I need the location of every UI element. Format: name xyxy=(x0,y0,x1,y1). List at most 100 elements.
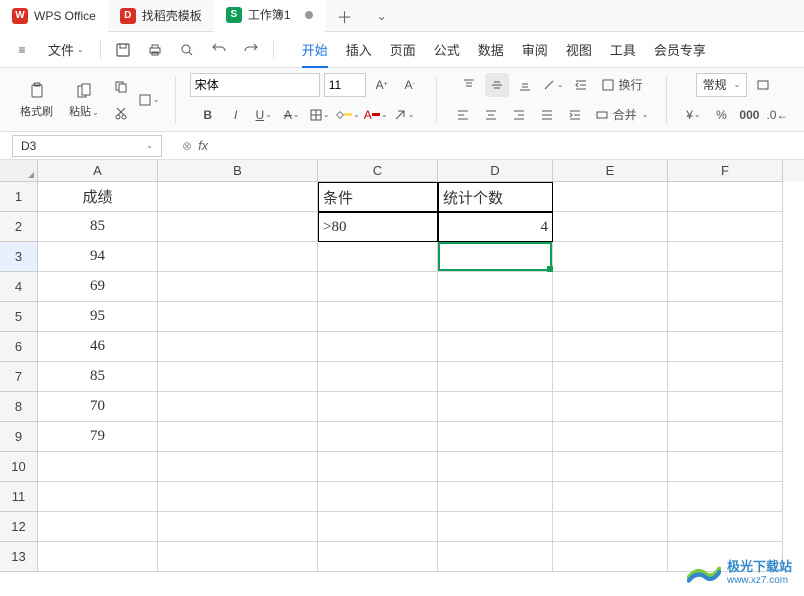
wrap-text-button[interactable]: 换行 xyxy=(597,73,647,97)
row-header-2[interactable]: 2 xyxy=(0,212,38,242)
column-header-D[interactable]: D xyxy=(438,160,553,182)
cell-C7[interactable] xyxy=(318,362,438,392)
row-header-4[interactable]: 4 xyxy=(0,272,38,302)
cell-A11[interactable] xyxy=(38,482,158,512)
row-header-11[interactable]: 11 xyxy=(0,482,38,512)
cell-B8[interactable] xyxy=(158,392,318,422)
align-top-button[interactable] xyxy=(457,73,481,97)
cell-C1[interactable]: 条件 xyxy=(318,182,438,212)
cell-D7[interactable] xyxy=(438,362,553,392)
align-justify-button[interactable] xyxy=(535,103,559,127)
cell-C5[interactable] xyxy=(318,302,438,332)
row-header-3[interactable]: 3 xyxy=(0,242,38,272)
undo-icon[interactable] xyxy=(205,36,233,64)
cell-D11[interactable] xyxy=(438,482,553,512)
row-header-9[interactable]: 9 xyxy=(0,422,38,452)
cell-E4[interactable] xyxy=(553,272,668,302)
cell-D2[interactable]: 4 xyxy=(438,212,553,242)
row-header-1[interactable]: 1 xyxy=(0,182,38,212)
row-header-10[interactable]: 10 xyxy=(0,452,38,482)
cell-B11[interactable] xyxy=(158,482,318,512)
column-header-A[interactable]: A xyxy=(38,160,158,182)
align-middle-button[interactable] xyxy=(485,73,509,97)
ribbon-tab-view[interactable]: 视图 xyxy=(566,32,592,67)
number-format-select[interactable]: 常规⌄ xyxy=(696,73,748,97)
save-icon[interactable] xyxy=(109,36,137,64)
clear-format-button[interactable]: ⌄ xyxy=(392,103,416,127)
name-box[interactable]: D3 ⌄ xyxy=(12,135,162,157)
strikethrough-button[interactable]: A⌄ xyxy=(280,103,304,127)
cell-A7[interactable]: 85 xyxy=(38,362,158,392)
copy-button[interactable] xyxy=(109,75,133,99)
cell-B7[interactable] xyxy=(158,362,318,392)
cancel-formula-icon[interactable]: ⊗ xyxy=(182,139,192,153)
cell-A6[interactable]: 46 xyxy=(38,332,158,362)
tab-template[interactable]: D 找稻壳模板 xyxy=(108,0,214,32)
tab-overflow[interactable]: ⌄ xyxy=(365,9,399,23)
row-header-7[interactable]: 7 xyxy=(0,362,38,392)
cut-button[interactable] xyxy=(109,101,133,125)
add-tab-button[interactable]: ＋ xyxy=(325,4,365,28)
underline-button[interactable]: U⌄ xyxy=(252,103,276,127)
cell-C12[interactable] xyxy=(318,512,438,542)
cell-E3[interactable] xyxy=(553,242,668,272)
italic-button[interactable]: I xyxy=(224,103,248,127)
align-left-button[interactable] xyxy=(451,103,475,127)
cell-A10[interactable] xyxy=(38,452,158,482)
file-menu[interactable]: 文件⌄ xyxy=(40,40,92,59)
cell-B9[interactable] xyxy=(158,422,318,452)
cell-C4[interactable] xyxy=(318,272,438,302)
ribbon-tab-member[interactable]: 会员专享 xyxy=(654,32,706,67)
cell-C11[interactable] xyxy=(318,482,438,512)
cell-F10[interactable] xyxy=(668,452,783,482)
align-right-button[interactable] xyxy=(507,103,531,127)
currency-button[interactable]: ¥⌄ xyxy=(681,103,705,127)
cell-E7[interactable] xyxy=(553,362,668,392)
row-header-5[interactable]: 5 xyxy=(0,302,38,332)
hamburger-icon[interactable]: ≡ xyxy=(8,36,36,64)
cell-F5[interactable] xyxy=(668,302,783,332)
cell-E8[interactable] xyxy=(553,392,668,422)
column-header-E[interactable]: E xyxy=(553,160,668,182)
cell-D6[interactable] xyxy=(438,332,553,362)
formula-input[interactable] xyxy=(214,136,796,156)
cell-F1[interactable] xyxy=(668,182,783,212)
cell-E11[interactable] xyxy=(553,482,668,512)
cell-A2[interactable]: 85 xyxy=(38,212,158,242)
paste-button[interactable]: 粘贴⌄ xyxy=(63,77,105,123)
bold-button[interactable]: B xyxy=(196,103,220,127)
cell-C8[interactable] xyxy=(318,392,438,422)
cell-D10[interactable] xyxy=(438,452,553,482)
cell-E1[interactable] xyxy=(553,182,668,212)
increase-font-button[interactable]: A+ xyxy=(370,73,394,97)
row-header-8[interactable]: 8 xyxy=(0,392,38,422)
cell-A4[interactable]: 69 xyxy=(38,272,158,302)
format-painter-button[interactable]: 格式刷 xyxy=(14,77,59,123)
indent-increase-button[interactable] xyxy=(563,103,587,127)
cell-F4[interactable] xyxy=(668,272,783,302)
cell-D1[interactable]: 统计个数 xyxy=(438,182,553,212)
cell-B1[interactable] xyxy=(158,182,318,212)
font-size-select[interactable] xyxy=(324,73,366,97)
cell-E12[interactable] xyxy=(553,512,668,542)
select-all-corner[interactable] xyxy=(0,160,38,182)
ribbon-tab-data[interactable]: 数据 xyxy=(478,32,504,67)
cell-C10[interactable] xyxy=(318,452,438,482)
cell-A12[interactable] xyxy=(38,512,158,542)
ribbon-tab-tools[interactable]: 工具 xyxy=(610,32,636,67)
more-number-button[interactable] xyxy=(751,73,775,97)
ribbon-tab-page[interactable]: 页面 xyxy=(390,32,416,67)
cell-E13[interactable] xyxy=(553,542,668,572)
cell-A5[interactable]: 95 xyxy=(38,302,158,332)
ribbon-tab-formula[interactable]: 公式 xyxy=(434,32,460,67)
column-header-B[interactable]: B xyxy=(158,160,318,182)
cell-A9[interactable]: 79 xyxy=(38,422,158,452)
cell-D9[interactable] xyxy=(438,422,553,452)
cell-F7[interactable] xyxy=(668,362,783,392)
cell-C9[interactable] xyxy=(318,422,438,452)
fx-icon[interactable]: fx xyxy=(198,138,208,153)
cell-A3[interactable]: 94 xyxy=(38,242,158,272)
print-icon[interactable] xyxy=(141,36,169,64)
font-family-select[interactable] xyxy=(190,73,320,97)
cell-F8[interactable] xyxy=(668,392,783,422)
